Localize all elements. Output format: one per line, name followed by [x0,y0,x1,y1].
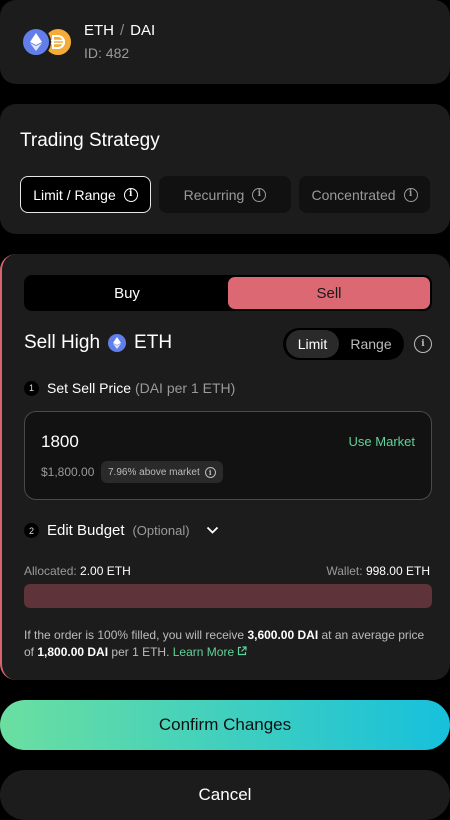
order-title: Sell High ETH [24,332,172,354]
confirm-changes-button[interactable]: Confirm Changes [0,700,450,750]
price-input[interactable]: 1800 [41,432,79,452]
external-link-icon [238,646,248,656]
wallet-balance: Wallet: 998.00 ETH [326,564,430,578]
step-label: Set Sell Price [47,380,132,396]
buy-tab[interactable]: Buy [26,277,228,309]
sell-tab[interactable]: Sell [228,277,430,309]
wallet-value: 998.00 ETH [365,564,430,578]
summary-amount: 3,600.00 DAI [247,628,319,642]
allocated-label: Allocated: 2.00 ETH [24,564,131,578]
summary-text: If the order is 100% filled, you will re… [24,628,248,642]
quote-symbol: DAI [130,22,156,39]
learn-more-text: Learn More [172,645,235,659]
pair-name: ETH / DAI [84,22,155,39]
info-icon[interactable]: i [204,466,216,478]
mode-range[interactable]: Range [341,330,401,358]
order-summary: If the order is 100% filled, you will re… [24,627,428,661]
learn-more-link[interactable]: Learn More [173,645,248,659]
wallet-label-text: Wallet: [326,564,363,578]
info-icon[interactable]: i [414,335,432,353]
step-set-price: 1 Set Sell Price (DAI per 1 ETH) [24,380,235,396]
tab-concentrated[interactable]: Concentrated i [299,176,430,213]
strategy-title: Trading Strategy [20,130,160,151]
cancel-button[interactable]: Cancel [0,770,450,820]
summary-text: per 1 ETH. [108,645,173,659]
tab-concentrated-label: Concentrated [311,186,396,203]
step-optional-label: (Optional) [132,523,190,538]
pair-separator: / [120,22,125,39]
info-icon[interactable]: i [123,187,138,202]
pair-id: ID: 482 [84,45,130,61]
info-icon[interactable]: i [403,187,418,202]
limit-range-toggle: Limit Range [283,328,404,360]
eth-icon [108,334,127,352]
step-number: 2 [24,523,39,538]
chevron-down-icon[interactable] [206,526,219,535]
tab-recurring[interactable]: Recurring i [159,176,291,213]
pair-header: ETH / DAI ID: 482 [0,0,450,84]
step-edit-budget[interactable]: 2 Edit Budget (Optional) [24,522,219,539]
info-icon[interactable]: i [252,187,267,202]
allocated-label-text: Allocated: [24,564,77,578]
strategy-card: Trading Strategy Limit / Range i Recurri… [0,104,450,234]
mode-limit[interactable]: Limit [286,330,339,358]
order-asset: ETH [134,332,173,353]
step-sub-label: (DAI per 1 ETH) [134,380,236,396]
step-label: Edit Budget [47,522,125,539]
use-market-button[interactable]: Use Market [349,434,415,449]
step-number: 1 [24,380,39,396]
allocated-value: 2.00 ETH [80,564,131,578]
tab-recurring-label: Recurring [183,186,245,203]
market-diff-badge: 7.96% above market i [101,461,223,483]
summary-price: 1,800.00 DAI [37,645,109,659]
price-input-box[interactable]: 1800 Use Market $1,800.00 7.96% above ma… [24,411,432,500]
tab-limit-range[interactable]: Limit / Range i [20,176,151,213]
market-diff-text: 7.96% above market [108,466,200,478]
tab-limit-range-label: Limit / Range [33,186,116,203]
budget-bar[interactable] [24,584,432,608]
price-usd-value: $1,800.00 [41,465,95,479]
order-title-text: Sell High [24,332,101,353]
buy-sell-toggle: Buy Sell [24,275,432,311]
order-card: Buy Sell Sell High ETH Limit Range i 1 S… [0,254,450,680]
base-symbol: ETH [84,22,114,39]
eth-icon [21,27,51,57]
